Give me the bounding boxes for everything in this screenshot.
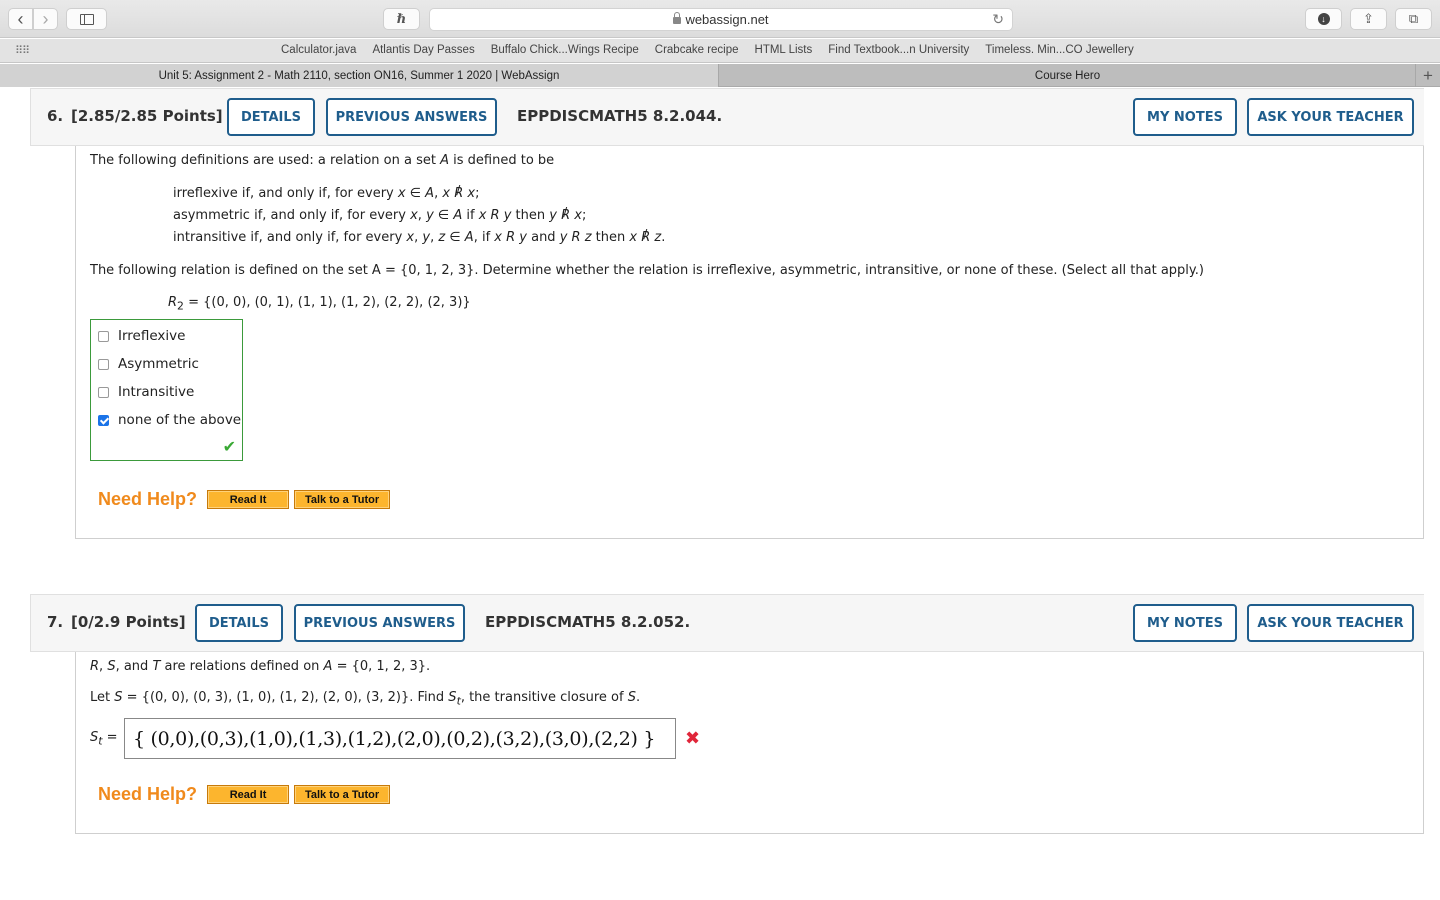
share-button[interactable]: ⇪	[1350, 8, 1387, 30]
downloads-button[interactable]: ↓	[1305, 8, 1342, 30]
question-7-header: 7. [0/2.9 Points] DETAILS PREVIOUS ANSWE…	[30, 594, 1424, 652]
talk-to-tutor-button[interactable]: Talk to a Tutor	[294, 785, 391, 804]
previous-answers-button[interactable]: PREVIOUS ANSWERS	[326, 98, 497, 136]
tab-bar: Unit 5: Assignment 2 - Math 2110, sectio…	[0, 64, 1440, 87]
tab-webassign[interactable]: Unit 5: Assignment 2 - Math 2110, sectio…	[0, 64, 719, 87]
new-tab-button[interactable]: +	[1415, 64, 1440, 87]
ask-your-teacher-button[interactable]: ASK YOUR TEACHER	[1247, 604, 1414, 642]
definition-intransitive: intransitive if, and only if, for every …	[173, 230, 665, 245]
bookmark-item[interactable]: Atlantis Day Passes	[372, 44, 474, 56]
url-text: webassign.net	[685, 12, 769, 27]
definition-asymmetric: asymmetric if, and only if, for every x,…	[173, 208, 586, 223]
my-notes-button[interactable]: MY NOTES	[1133, 604, 1237, 642]
need-help-section: Need Help? Read It Talk to a Tutor	[98, 784, 395, 805]
question-6-header: 6. [2.85/2.85 Points] DETAILS PREVIOUS A…	[30, 88, 1424, 146]
choice-label: Intransitive	[118, 384, 195, 400]
ask-your-teacher-button[interactable]: ASK YOUR TEACHER	[1247, 98, 1414, 136]
question-7-body: R, S, and T are relations defined on A =…	[75, 652, 1424, 834]
bookmark-item[interactable]: Buffalo Chick...Wings Recipe	[491, 44, 639, 56]
question-prompt: The following relation is defined on the…	[90, 263, 1204, 278]
answer-value: { (0,0),(0,3),(1,0),(1,3),(1,2),(2,0),(0…	[133, 727, 656, 750]
address-bar[interactable]: webassign.net ↻	[429, 8, 1013, 31]
tab-label: Course Hero	[1034, 69, 1101, 82]
need-help-label: Need Help?	[98, 489, 198, 509]
question-number: 7.	[47, 613, 64, 631]
question-points: [0/2.9 Points]	[71, 613, 186, 631]
question-number: 6.	[47, 107, 64, 125]
chevron-left-icon: ‹	[17, 8, 24, 29]
tabs-icon: ⧉	[1408, 11, 1419, 26]
relation-set: = {(0, 0), (0, 1), (1, 1), (1, 2), (2, 2…	[188, 295, 471, 310]
read-it-button[interactable]: Read It	[207, 785, 290, 804]
browser-toolbar: ‹ › ℏ webassign.net ↻ ↓ ⇪ ⧉	[0, 0, 1440, 38]
choice-label: Asymmetric	[118, 356, 199, 372]
checkbox[interactable]	[98, 358, 109, 370]
lock-icon	[673, 12, 682, 24]
checkbox-checked[interactable]	[98, 414, 109, 426]
question-code: EPPDISCMATH5 8.2.044.	[517, 107, 723, 125]
answer-label: St =	[90, 730, 118, 748]
page-content: 6. [2.85/2.85 Points] DETAILS PREVIOUS A…	[0, 88, 1440, 900]
question-points: [2.85/2.85 Points]	[71, 107, 223, 125]
bookmark-item[interactable]: HTML Lists	[755, 44, 813, 56]
checkbox[interactable]	[98, 330, 109, 342]
question-code: EPPDISCMATH5 8.2.052.	[485, 613, 691, 631]
tab-course-hero[interactable]: Course Hero	[720, 64, 1415, 87]
extension-button[interactable]: ℏ	[383, 8, 420, 30]
choice-irreflexive[interactable]: Irreflexive	[98, 328, 185, 344]
details-button[interactable]: DETAILS	[195, 604, 283, 642]
back-button[interactable]: ‹	[8, 8, 33, 30]
share-icon: ⇪	[1363, 11, 1374, 26]
sidebar-toggle-button[interactable]	[66, 8, 107, 30]
bookmark-item[interactable]: Find Textbook...n University	[828, 44, 969, 56]
choice-none-of-the-above[interactable]: none of the above	[98, 412, 241, 428]
details-button[interactable]: DETAILS	[227, 98, 315, 136]
choice-label: none of the above	[118, 412, 242, 428]
correct-check-icon: ✔	[222, 437, 236, 456]
talk-to-tutor-button[interactable]: Talk to a Tutor	[294, 490, 391, 509]
relation-subscript: 2	[177, 299, 184, 313]
bookmark-item[interactable]: Crabcake recipe	[655, 44, 739, 56]
sidebar-icon	[79, 13, 94, 25]
choice-asymmetric[interactable]: Asymmetric	[98, 356, 199, 372]
extension-h-icon: ℏ	[396, 11, 407, 27]
transitive-closure-answer-input[interactable]: { (0,0),(0,3),(1,0),(1,3),(1,2),(2,0),(0…	[124, 718, 676, 759]
tab-overview-button[interactable]: ⧉	[1395, 8, 1432, 30]
download-icon: ↓	[1317, 13, 1330, 25]
previous-answers-button[interactable]: PREVIOUS ANSWERS	[294, 604, 465, 642]
relation-definition: R2 = {(0, 0), (0, 1), (1, 1), (1, 2), (2…	[168, 295, 471, 313]
tab-label: Unit 5: Assignment 2 - Math 2110, sectio…	[158, 69, 560, 82]
choice-label: Irreflexive	[118, 328, 186, 344]
question-6-body: The following definitions are used: a re…	[75, 146, 1424, 539]
choice-intransitive[interactable]: Intransitive	[98, 384, 194, 400]
relation-name: R	[168, 295, 178, 310]
checkbox[interactable]	[98, 386, 109, 398]
answer-choices: Irreflexive Asymmetric Intransitive none…	[90, 319, 243, 461]
need-help-section: Need Help? Read It Talk to a Tutor	[98, 489, 395, 510]
incorrect-x-icon: ✖	[685, 728, 701, 749]
chevron-right-icon: ›	[42, 8, 49, 29]
plus-icon: +	[1423, 65, 1433, 85]
read-it-button[interactable]: Read It	[207, 490, 290, 509]
bookmark-item[interactable]: Calculator.java	[281, 44, 356, 56]
my-notes-button[interactable]: MY NOTES	[1133, 98, 1237, 136]
bookmark-item[interactable]: Timeless. Min...CO Jewellery	[985, 44, 1133, 56]
bookmarks-bar: ⠿⠿ Calculator.java Atlantis Day Passes Buf…	[0, 39, 1440, 63]
definition-irreflexive: irreflexive if, and only if, for every x…	[173, 186, 479, 201]
closure-prompt: Let S = {(0, 0), (0, 3), (1, 0), (1, 2),…	[90, 690, 641, 708]
definitions-intro: The following definitions are used: a re…	[90, 153, 555, 168]
forward-button[interactable]: ›	[33, 8, 58, 30]
relations-intro: R, S, and T are relations defined on A =…	[90, 659, 431, 674]
reload-icon[interactable]: ↻	[992, 11, 1004, 28]
need-help-label: Need Help?	[98, 784, 198, 804]
favorites-grid-icon[interactable]: ⠿⠿	[15, 44, 30, 57]
